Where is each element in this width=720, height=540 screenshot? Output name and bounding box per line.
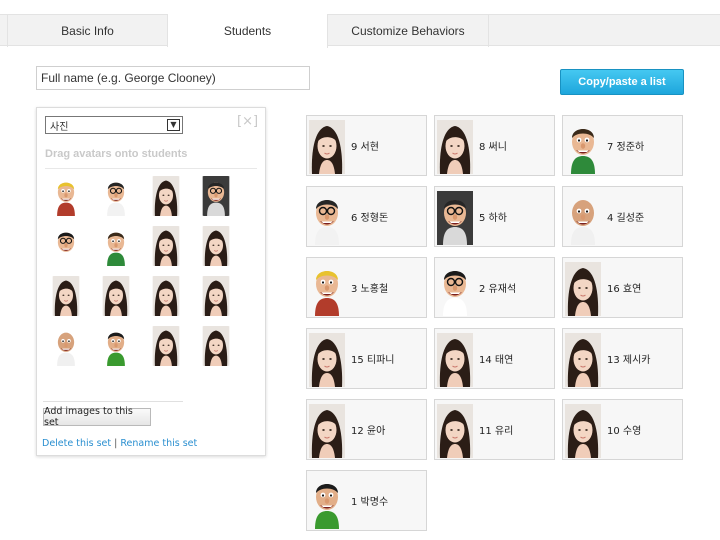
cartoon-glasses-man-dark-avatar[interactable] xyxy=(199,176,233,216)
student-name: 7 정준하 xyxy=(607,142,645,153)
student-name: 6 정형돈 xyxy=(351,213,389,224)
student-name: 13 제시카 xyxy=(607,355,651,366)
student-name: 9 서현 xyxy=(351,142,379,153)
cartoon-dancer-avatar[interactable] xyxy=(49,226,83,266)
student-avatar xyxy=(437,120,473,174)
student-avatar xyxy=(437,262,473,316)
student-avatar xyxy=(309,475,345,529)
student-name: 2 유재석 xyxy=(479,284,517,295)
student-name: 11 유리 xyxy=(479,426,514,437)
student-name: 5 하하 xyxy=(479,213,507,224)
cartoon-glasses-man-avatar[interactable] xyxy=(99,176,133,216)
student-card[interactable]: 6 정형돈 xyxy=(306,186,427,247)
avatar-panel: 사진 ▼ [×] Drag avatars onto students Add … xyxy=(36,107,266,456)
cartoon-bald-man-avatar[interactable] xyxy=(49,326,83,366)
student-name: 4 길성준 xyxy=(607,213,645,224)
student-card[interactable]: 16 효연 xyxy=(562,257,683,318)
delete-set-link[interactable]: Delete this set xyxy=(42,438,111,449)
tab-customize-behaviors[interactable]: Customize Behaviors xyxy=(328,14,489,47)
student-card[interactable]: 12 윤아 xyxy=(306,399,427,460)
student-card[interactable]: 15 티파니 xyxy=(306,328,427,389)
student-avatar xyxy=(565,191,601,245)
student-card[interactable]: 10 수영 xyxy=(562,399,683,460)
student-card[interactable]: 1 박명수 xyxy=(306,470,427,531)
cartoon-curly-man-avatar[interactable] xyxy=(99,226,133,266)
student-avatar xyxy=(309,333,345,387)
student-card[interactable]: 2 유재석 xyxy=(434,257,555,318)
student-name: 15 티파니 xyxy=(351,355,395,366)
girl-photo-avatar[interactable] xyxy=(149,326,183,366)
girl-photo-avatar[interactable] xyxy=(99,276,133,316)
student-avatar xyxy=(565,262,601,316)
tab-bar: Basic Info Students Customize Behaviors xyxy=(0,14,720,48)
girl-photo-avatar[interactable] xyxy=(199,276,233,316)
student-avatar xyxy=(565,120,601,174)
student-name: 10 수영 xyxy=(607,426,642,437)
student-avatar xyxy=(309,120,345,174)
student-card[interactable]: 5 하하 xyxy=(434,186,555,247)
student-card[interactable]: 7 정준하 xyxy=(562,115,683,176)
cartoon-blond-man-avatar[interactable] xyxy=(49,176,83,216)
student-avatar xyxy=(437,404,473,458)
student-avatar xyxy=(565,404,601,458)
student-name: 16 효연 xyxy=(607,284,642,295)
student-name: 1 박명수 xyxy=(351,497,389,508)
student-card[interactable]: 8 써니 xyxy=(434,115,555,176)
rename-set-link[interactable]: Rename this set xyxy=(120,438,197,449)
girl-photo-avatar[interactable] xyxy=(149,226,183,266)
girl-photo-avatar[interactable] xyxy=(199,326,233,366)
student-name: 8 써니 xyxy=(479,142,507,153)
student-card[interactable]: 4 길성준 xyxy=(562,186,683,247)
student-name: 3 노홍철 xyxy=(351,284,389,295)
divider xyxy=(43,401,183,402)
girl-photo-avatar[interactable] xyxy=(149,176,183,216)
student-card[interactable]: 14 태연 xyxy=(434,328,555,389)
student-name-input[interactable] xyxy=(36,66,310,90)
girl-photo-avatar[interactable] xyxy=(149,276,183,316)
cartoon-green-shirt-man-avatar[interactable] xyxy=(99,326,133,366)
student-avatar xyxy=(437,191,473,245)
avatar-grid xyxy=(37,108,267,408)
student-avatar xyxy=(565,333,601,387)
student-card[interactable]: 13 제시카 xyxy=(562,328,683,389)
girl-photo-avatar[interactable] xyxy=(49,276,83,316)
student-avatar xyxy=(309,191,345,245)
student-avatar xyxy=(437,333,473,387)
link-separator: | xyxy=(114,438,118,449)
student-card[interactable]: 11 유리 xyxy=(434,399,555,460)
girl-photo-avatar[interactable] xyxy=(199,226,233,266)
tab-students[interactable]: Students xyxy=(168,14,328,48)
tab-basic-info[interactable]: Basic Info xyxy=(7,14,168,47)
copy-paste-list-button[interactable]: Copy/paste a list xyxy=(560,69,684,95)
student-avatar xyxy=(309,262,345,316)
student-card[interactable]: 3 노홍철 xyxy=(306,257,427,318)
add-images-button[interactable]: Add images to this set xyxy=(43,406,151,428)
student-avatar xyxy=(309,404,345,458)
set-actions: Delete this set | Rename this set xyxy=(42,438,197,449)
student-name: 14 태연 xyxy=(479,355,514,366)
student-name: 12 윤아 xyxy=(351,426,386,437)
student-card[interactable]: 9 서현 xyxy=(306,115,427,176)
